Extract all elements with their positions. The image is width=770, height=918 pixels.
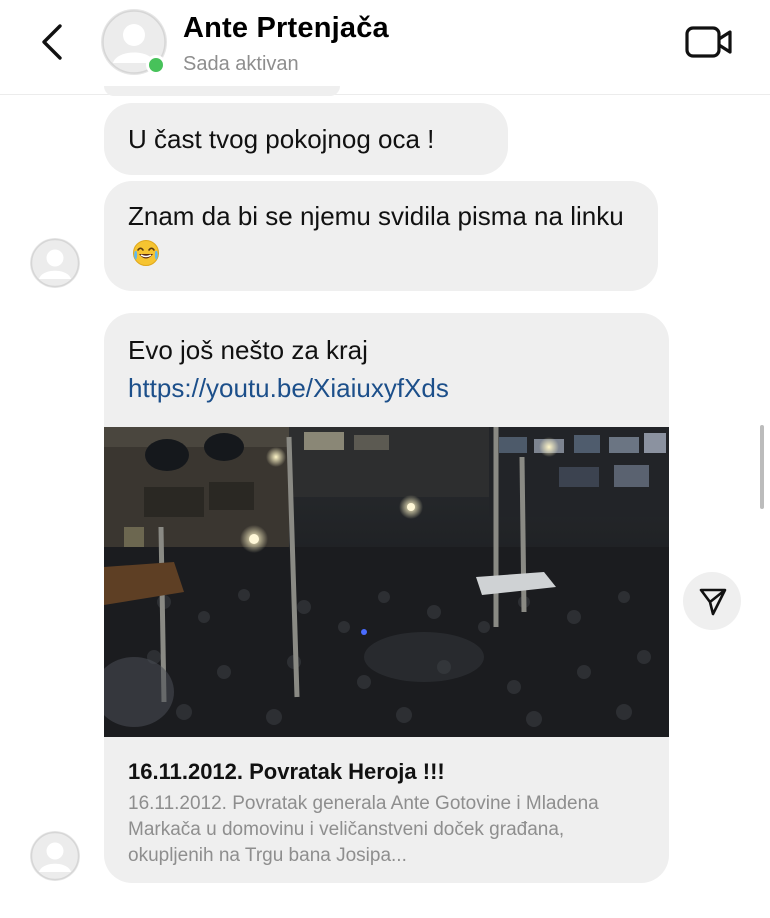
preview-description: 16.11.2012. Povratak generala Ante Gotov… [128,793,599,866]
share-arrow-icon [699,588,727,616]
scrollbar[interactable] [760,425,764,509]
back-button[interactable] [30,20,74,64]
youtube-link[interactable]: https://youtu.be/XiaiuxyfXds [128,373,449,403]
contact-name[interactable]: Ante Prtenjača [183,12,389,45]
laughing-emoji-icon [132,239,160,267]
chevron-left-icon [42,24,62,60]
message-text: Evo još nešto za kraj [128,335,368,365]
crowd-photo [104,427,669,737]
message-text: U čast tvog pokojnog oca ! [128,124,435,154]
video-camera-icon [685,26,732,58]
chat-header: Ante Prtenjača Sada aktivan [0,0,770,95]
video-call-button[interactable] [684,24,734,62]
video-preview-thumbnail[interactable] [104,427,669,737]
message-bubble[interactable]: Znam da bi se njemu svidila pisma na lin… [104,181,658,291]
sender-avatar[interactable] [30,238,80,288]
default-avatar-icon [30,238,80,288]
message-text: Znam da bi se njemu svidila pisma na lin… [128,201,624,231]
link-message-card[interactable]: Evo još nešto za kraj https://youtu.be/X… [104,313,669,883]
contact-status: Sada aktivan [183,53,299,75]
preview-title[interactable]: 16.11.2012. Povratak Heroja !!! [128,759,445,785]
sender-avatar[interactable] [30,831,80,881]
previous-message-bubble [104,86,340,96]
link-message-text: Evo još nešto za kraj https://youtu.be/X… [128,331,648,407]
online-status-dot [146,55,166,75]
default-avatar-icon [30,831,80,881]
share-button[interactable] [683,572,741,630]
message-bubble[interactable]: U čast tvog pokojnog oca ! [104,103,508,175]
